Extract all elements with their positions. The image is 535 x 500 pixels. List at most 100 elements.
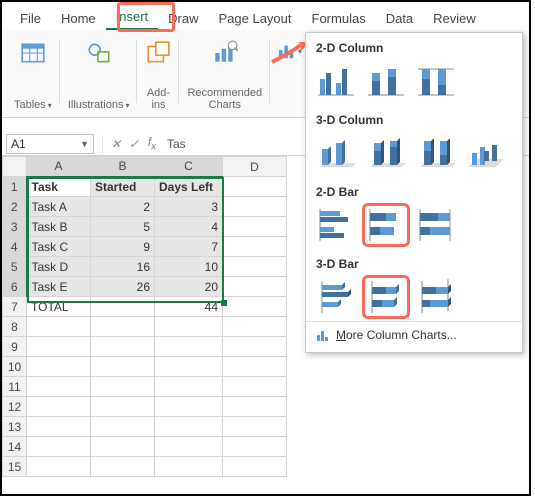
tab-insert[interactable]: Insert (106, 4, 159, 30)
col-header-C[interactable]: C (155, 157, 223, 177)
cell[interactable]: 3 (155, 197, 223, 217)
cell[interactable] (223, 337, 287, 357)
cell[interactable] (91, 417, 155, 437)
cell[interactable] (91, 437, 155, 457)
tab-data[interactable]: Data (376, 6, 423, 30)
cell[interactable] (223, 217, 287, 237)
cell[interactable] (223, 317, 287, 337)
cell[interactable] (223, 417, 287, 437)
cell[interactable] (223, 397, 287, 417)
row-header[interactable]: 3 (3, 217, 27, 237)
col-header-A[interactable]: A (27, 157, 91, 177)
col-header-B[interactable]: B (91, 157, 155, 177)
cell[interactable]: 20 (155, 277, 223, 297)
row-header[interactable]: 13 (3, 417, 27, 437)
cell[interactable]: Days Left (155, 177, 223, 197)
chart-3d-clustered-column[interactable] (316, 135, 356, 171)
cell[interactable] (27, 357, 91, 377)
cell[interactable] (27, 457, 91, 477)
row-header[interactable]: 8 (3, 317, 27, 337)
cell[interactable]: 4 (155, 217, 223, 237)
cell[interactable] (155, 437, 223, 457)
row-header[interactable]: 9 (3, 337, 27, 357)
column-chart-dropdown[interactable]: ▾ (278, 40, 302, 62)
cell[interactable] (27, 437, 91, 457)
chart-stacked-bar[interactable] (366, 207, 406, 243)
more-column-charts[interactable]: More Column Charts... (306, 321, 522, 348)
cell[interactable] (91, 377, 155, 397)
cell[interactable] (155, 397, 223, 417)
cell[interactable] (91, 297, 155, 317)
cell[interactable] (223, 437, 287, 457)
cell[interactable]: Task (27, 177, 91, 197)
tab-page-layout[interactable]: Page Layout (209, 6, 302, 30)
row-header[interactable]: 15 (3, 457, 27, 477)
row-header[interactable]: 14 (3, 437, 27, 457)
cell[interactable] (91, 457, 155, 477)
chart-100-stacked-bar[interactable] (416, 207, 456, 243)
fx-icon[interactable]: fx (143, 135, 161, 152)
cell[interactable] (27, 377, 91, 397)
row-header[interactable]: 7 (3, 297, 27, 317)
cell[interactable]: Task A (27, 197, 91, 217)
cell[interactable] (155, 337, 223, 357)
cell[interactable]: 26 (91, 277, 155, 297)
row-header[interactable]: 2 (3, 197, 27, 217)
cell[interactable] (91, 317, 155, 337)
cell[interactable] (223, 257, 287, 277)
cell[interactable]: 7 (155, 237, 223, 257)
cell[interactable] (223, 237, 287, 257)
cell[interactable] (223, 457, 287, 477)
cell[interactable] (223, 277, 287, 297)
tab-formulas[interactable]: Formulas (302, 6, 376, 30)
cell[interactable] (223, 197, 287, 217)
cell[interactable] (155, 357, 223, 377)
enter-formula-icon[interactable]: ✓ (125, 137, 143, 151)
chart-stacked-column[interactable] (366, 63, 406, 99)
cell[interactable]: Started (91, 177, 155, 197)
group-addins[interactable]: Add- ins (139, 34, 177, 117)
cell[interactable]: 5 (91, 217, 155, 237)
cell[interactable] (155, 377, 223, 397)
chart-3d-100-stacked-column[interactable] (416, 135, 456, 171)
cell[interactable]: 16 (91, 257, 155, 277)
name-box[interactable]: A1 ▼ (6, 134, 94, 154)
cell[interactable]: 44 (155, 297, 223, 317)
cell[interactable] (91, 337, 155, 357)
group-tables[interactable]: Tables▾ (8, 34, 58, 117)
chart-clustered-bar[interactable] (316, 207, 356, 243)
chart-3d-stacked-bar[interactable] (366, 279, 406, 315)
cell[interactable]: Task B (27, 217, 91, 237)
cell[interactable]: Task C (27, 237, 91, 257)
cell[interactable] (223, 177, 287, 197)
select-all-corner[interactable] (3, 157, 27, 177)
col-header-D[interactable]: D (223, 157, 287, 177)
tab-draw[interactable]: Draw (158, 6, 208, 30)
cell[interactable] (27, 337, 91, 357)
cell[interactable] (223, 297, 287, 317)
row-header[interactable]: 10 (3, 357, 27, 377)
cell[interactable] (27, 317, 91, 337)
chart-3d-stacked-column[interactable] (366, 135, 406, 171)
cell[interactable] (223, 357, 287, 377)
chart-3d-clustered-bar[interactable] (316, 279, 356, 315)
chart-3d-column[interactable] (466, 135, 506, 171)
chart-100-stacked-column[interactable] (416, 63, 456, 99)
cell[interactable]: Task E (27, 277, 91, 297)
cell[interactable]: 10 (155, 257, 223, 277)
cell[interactable] (155, 317, 223, 337)
chart-clustered-column[interactable] (316, 63, 356, 99)
group-recommended-charts[interactable]: Recommended Charts (181, 34, 268, 117)
row-header[interactable]: 1 (3, 177, 27, 197)
row-header[interactable]: 4 (3, 237, 27, 257)
chart-3d-100-stacked-bar[interactable] (416, 279, 456, 315)
tab-home[interactable]: Home (51, 6, 106, 30)
cell[interactable]: 9 (91, 237, 155, 257)
row-header[interactable]: 11 (3, 377, 27, 397)
row-header[interactable]: 5 (3, 257, 27, 277)
cell[interactable]: TOTAL (27, 297, 91, 317)
cell[interactable] (155, 457, 223, 477)
tab-review[interactable]: Review (423, 6, 486, 30)
cancel-formula-icon[interactable]: ✕ (107, 137, 125, 151)
cell[interactable]: Task D (27, 257, 91, 277)
